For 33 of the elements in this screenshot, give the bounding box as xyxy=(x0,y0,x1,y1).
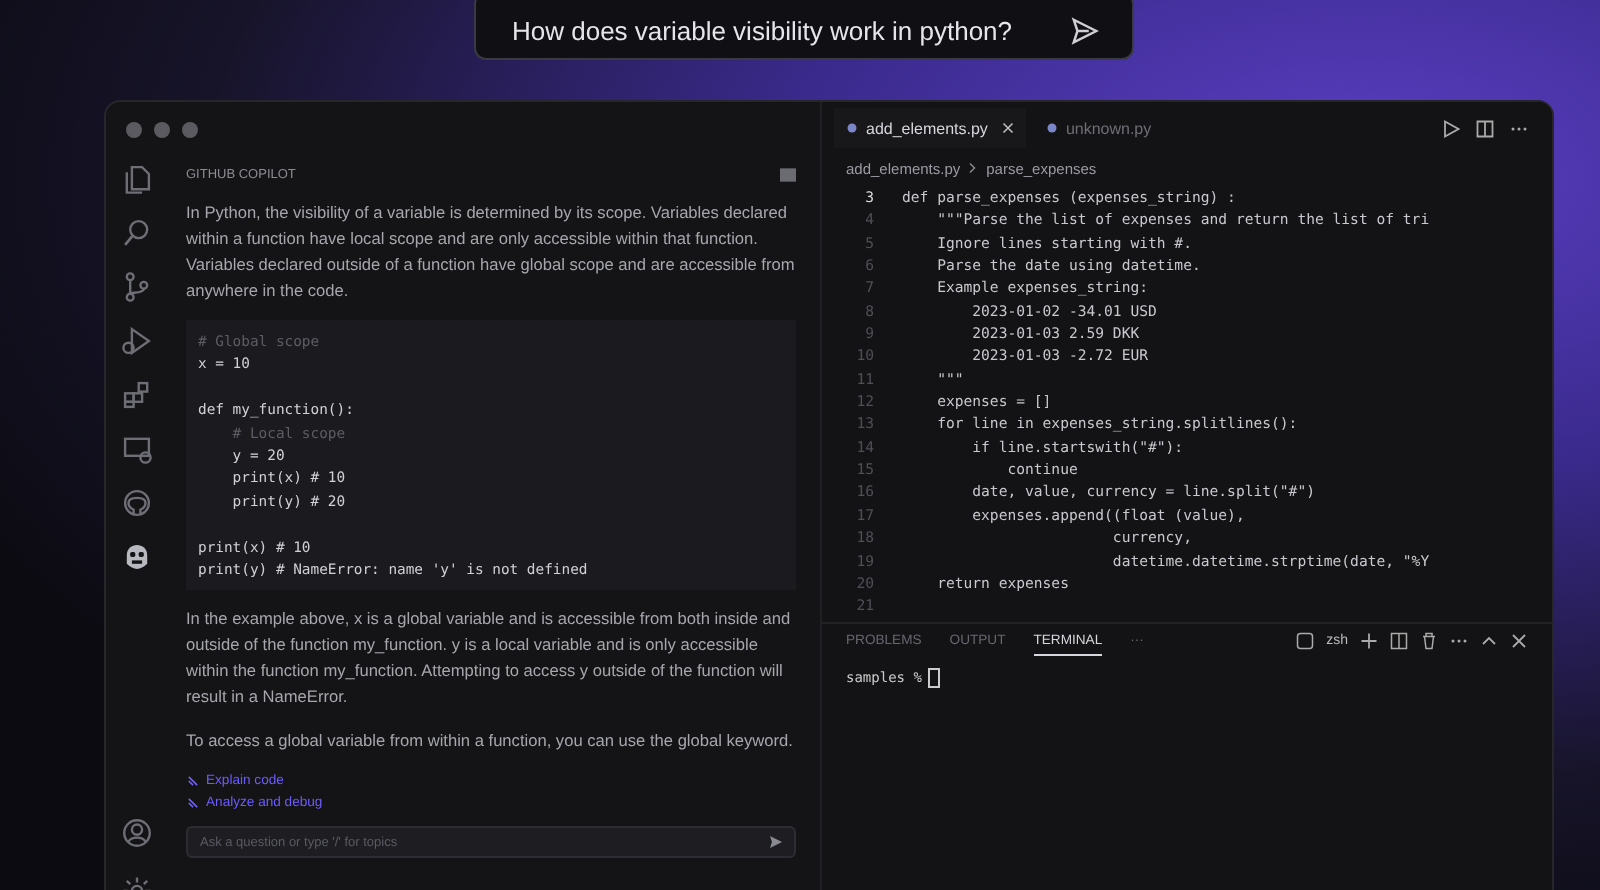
python-file-icon xyxy=(1045,122,1058,134)
split-editor-icon[interactable] xyxy=(1476,119,1494,137)
window-control-dot[interactable] xyxy=(154,122,170,138)
terminal-icon[interactable] xyxy=(1296,632,1315,651)
account-icon[interactable] xyxy=(119,816,153,850)
sparkle-icon xyxy=(186,774,200,789)
search-icon[interactable] xyxy=(119,216,153,250)
chevron-right-icon xyxy=(968,162,979,174)
run-icon[interactable] xyxy=(1442,119,1460,137)
panel-menu-icon[interactable] xyxy=(780,167,796,181)
answer-paragraph: In Python, the visibility of a variable is determined by its scope. Variables declared within a function have local scope and are only accessible within that function. Variables declared outside of a function have global scope and are accessible from anywhere in the code. xyxy=(186,200,796,304)
answer-paragraph: To access a global variable from within a function, you can use the global keyword. xyxy=(186,728,795,755)
plus-icon[interactable] xyxy=(1360,632,1378,651)
extensions-icon[interactable] xyxy=(119,378,153,412)
monitor-icon[interactable] xyxy=(119,432,153,466)
close-icon[interactable] xyxy=(1510,632,1528,651)
editor-tab[interactable]: unknown.py xyxy=(1033,108,1164,148)
prompt-box[interactable]: How does variable visibility work in python? xyxy=(474,0,1134,60)
window-control-dot[interactable] xyxy=(182,122,198,138)
sparkle-icon xyxy=(186,796,200,811)
python-file-icon xyxy=(846,122,858,134)
run-debug-icon[interactable] xyxy=(119,324,153,358)
window-control-dot[interactable] xyxy=(126,122,142,138)
send-icon[interactable] xyxy=(1070,15,1100,45)
answer-paragraph: In the example above, x is a global variable and is accessible from both inside and outside of the function my_function. y is a local variable and is only accessible within the function my_function. Attempting to access y outside of the function will result in a NameError. xyxy=(186,606,793,711)
send-icon[interactable] xyxy=(768,834,784,851)
prompt-text: How does variable visibility work in python? xyxy=(512,15,1013,45)
github-icon[interactable] xyxy=(119,486,153,520)
trash-icon[interactable] xyxy=(1420,632,1438,651)
split-icon[interactable] xyxy=(1390,632,1408,651)
editor-tab[interactable]: add_elements.py xyxy=(834,108,1026,148)
close-icon[interactable] xyxy=(1001,122,1014,134)
terminal-cursor xyxy=(927,667,940,688)
